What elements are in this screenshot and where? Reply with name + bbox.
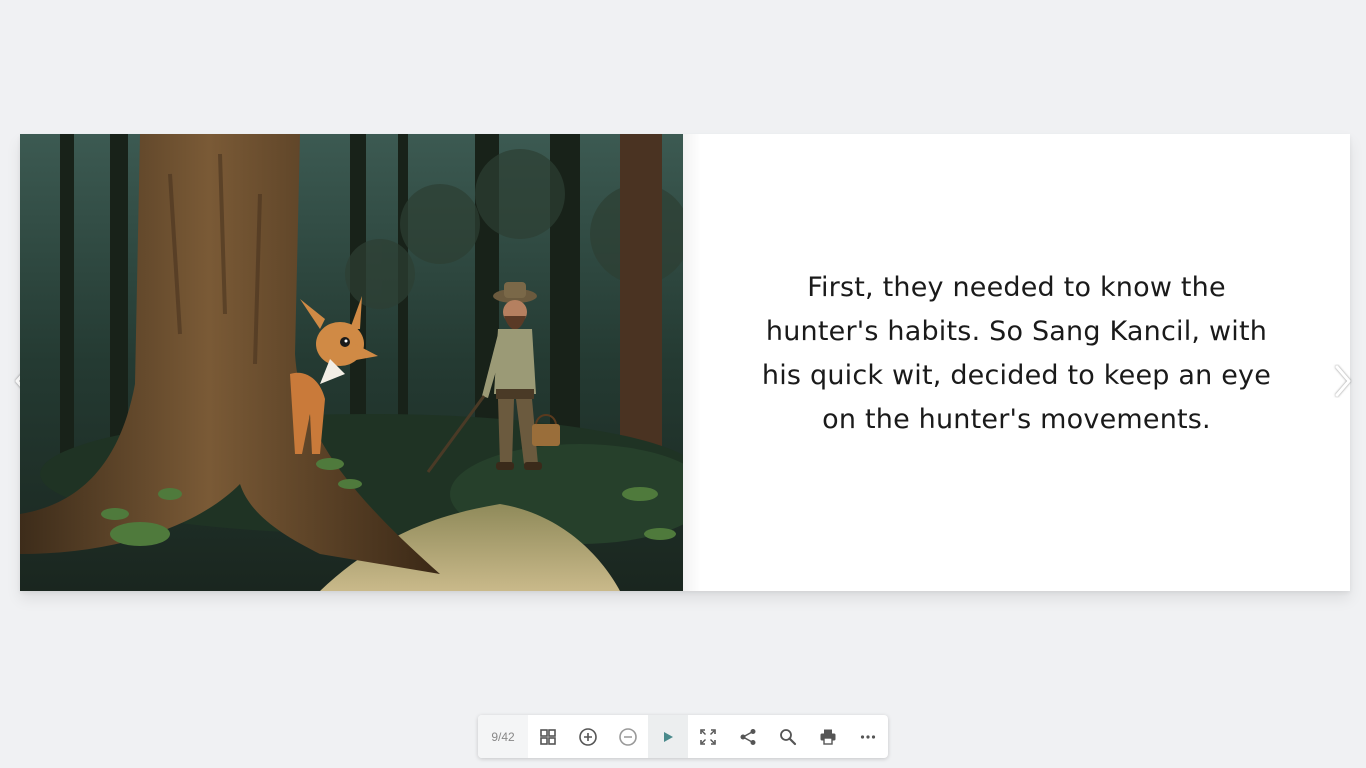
thumbnails-button[interactable] xyxy=(528,715,568,758)
chevron-right-icon xyxy=(1335,365,1351,397)
thumbnails-icon xyxy=(540,728,556,745)
illustration-page[interactable] xyxy=(20,134,683,591)
fullscreen-icon xyxy=(700,728,716,745)
more-icon xyxy=(860,734,876,739)
play-icon xyxy=(664,731,673,742)
story-text: First, they needed to know the hunter's … xyxy=(761,271,1272,435)
fullscreen-button[interactable] xyxy=(688,715,728,758)
spine-shadow xyxy=(683,134,701,591)
search-button[interactable] xyxy=(768,715,808,758)
zoom-out-icon xyxy=(619,727,637,746)
next-page-button[interactable] xyxy=(1328,362,1358,400)
book-spread: First, they needed to know the hunter's … xyxy=(20,134,1350,591)
viewer-toolbar: 9/42 xyxy=(478,715,888,758)
share-button[interactable] xyxy=(728,715,768,758)
more-options-button[interactable] xyxy=(848,715,888,758)
share-icon xyxy=(740,728,756,745)
print-button[interactable] xyxy=(808,715,848,758)
zoom-in-button[interactable] xyxy=(568,715,608,758)
search-icon xyxy=(780,728,797,745)
autoplay-button[interactable] xyxy=(648,715,688,758)
print-icon xyxy=(820,729,836,745)
zoom-out-button[interactable] xyxy=(608,715,648,758)
zoom-in-icon xyxy=(579,727,597,746)
page-counter[interactable]: 9/42 xyxy=(478,715,528,758)
flipbook-viewer: First, they needed to know the hunter's … xyxy=(0,0,1366,768)
text-page: First, they needed to know the hunter's … xyxy=(683,134,1350,591)
forest-illustration xyxy=(20,134,683,591)
